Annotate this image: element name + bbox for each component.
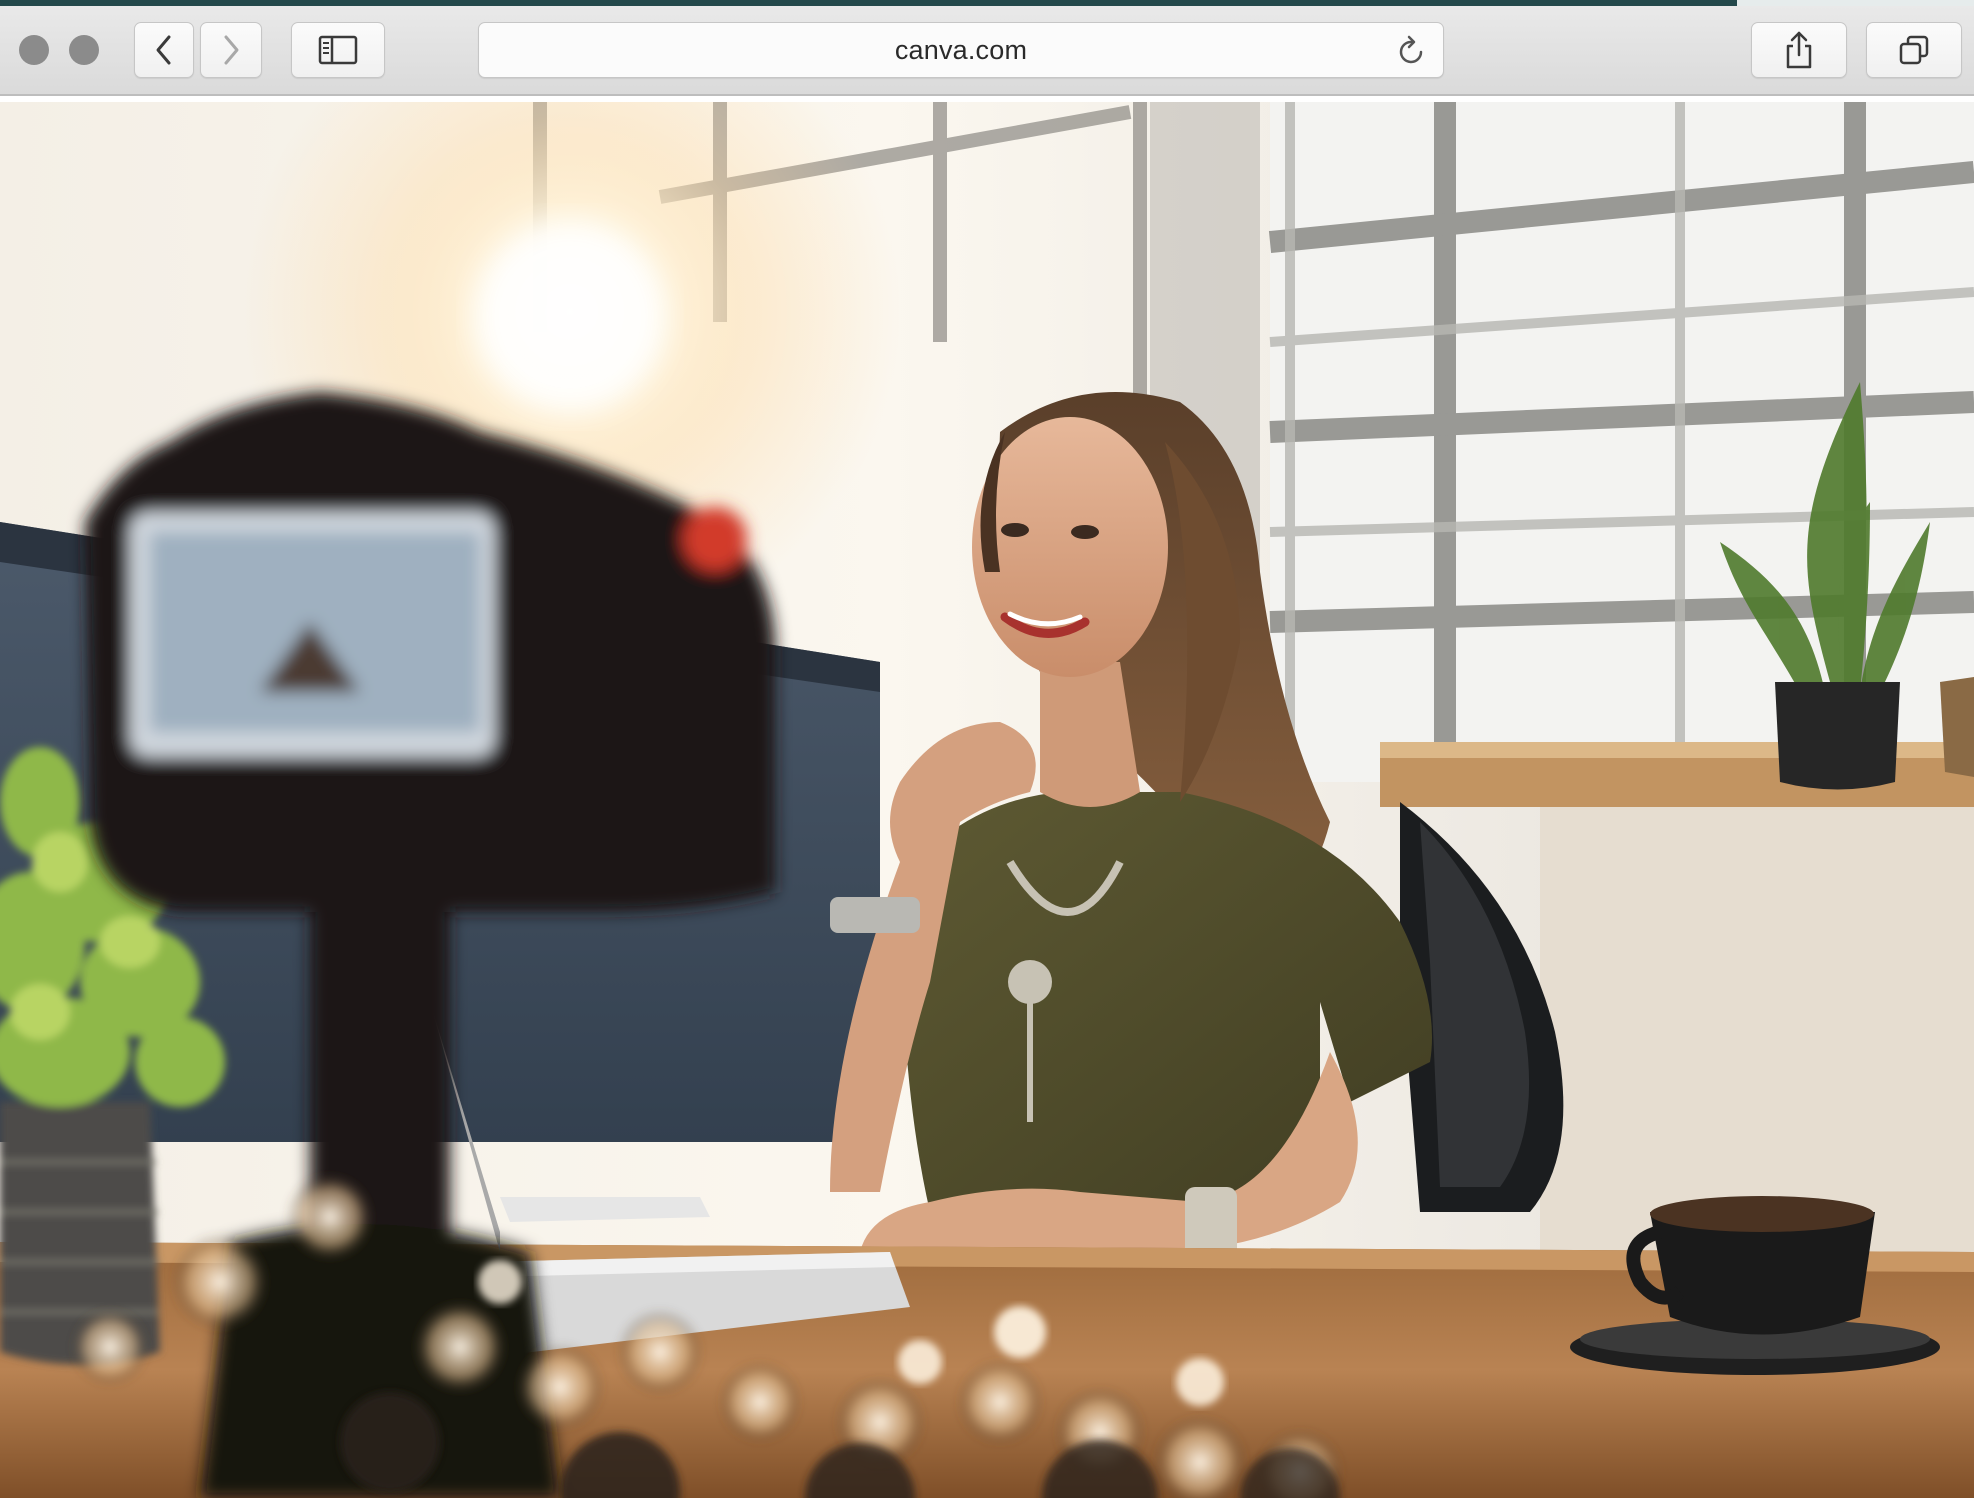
- share-icon: [1786, 31, 1812, 69]
- address-url: canva.com: [894, 34, 1028, 65]
- reload-icon[interactable]: [1395, 35, 1427, 67]
- window-close-dot[interactable]: [19, 35, 49, 65]
- sidebar-icon: [318, 35, 358, 65]
- window-minimize-dot[interactable]: [69, 35, 99, 65]
- browser-window: canva.com: [0, 0, 1974, 1498]
- web-content: [0, 102, 1974, 1498]
- back-button[interactable]: [134, 22, 194, 78]
- browser-toolbar: canva.com: [0, 6, 1974, 96]
- address-bar[interactable]: canva.com: [478, 22, 1444, 78]
- chevron-left-icon: [156, 35, 171, 65]
- forward-button[interactable]: [200, 22, 262, 78]
- sidebar-button[interactable]: [291, 22, 385, 78]
- tabs-overview-button[interactable]: [1866, 22, 1962, 78]
- hero-photo: [0, 102, 1974, 1498]
- chevron-right-icon: [224, 35, 239, 65]
- tabs-overview-icon: [1899, 35, 1929, 65]
- share-button[interactable]: [1751, 22, 1847, 78]
